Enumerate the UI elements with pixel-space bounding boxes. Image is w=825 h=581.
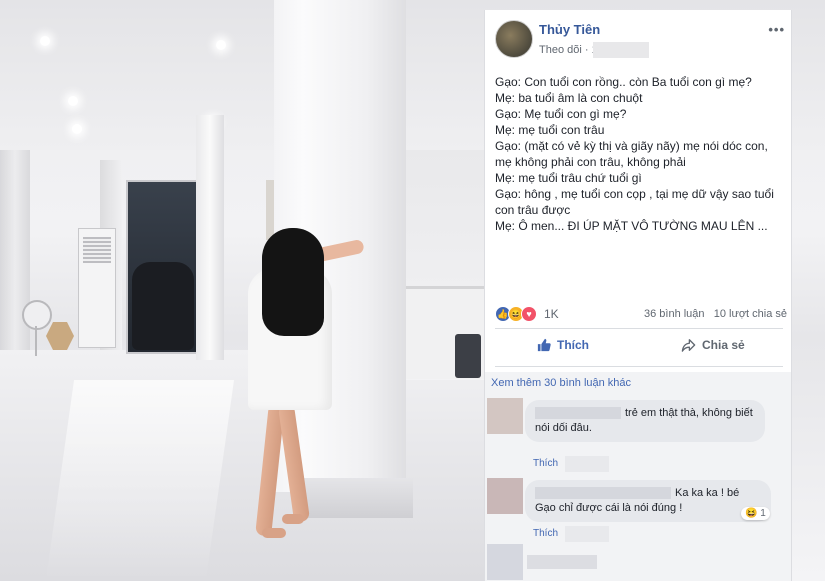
blurred-comment-time xyxy=(565,456,609,472)
comment-reaction[interactable]: 😆 1 xyxy=(741,507,770,520)
author-avatar[interactable] xyxy=(495,20,533,58)
post-line: mẹ không phải con trâu, không phải xyxy=(495,155,686,169)
ceiling-light xyxy=(216,40,226,50)
comment-like-link[interactable]: Thích xyxy=(533,458,558,469)
fan-pole xyxy=(35,326,37,356)
post-line: con trâu được xyxy=(495,203,571,217)
ac-grille xyxy=(83,237,111,263)
share-button[interactable]: Chia sẻ xyxy=(681,338,745,352)
trash-bin xyxy=(455,334,481,378)
reaction-summary[interactable]: 👍 😆 ♥ 1K xyxy=(495,306,559,322)
post-line: Mẹ: ba tuổi âm là con chuột xyxy=(495,91,643,105)
fan xyxy=(22,300,52,330)
blurred-timestamp xyxy=(593,42,649,58)
comment-reaction-count: 1 xyxy=(760,508,766,519)
post-line: Gạo: (mặt có vẻ kỳ thị và giãy nãy) mẹ n… xyxy=(495,139,768,153)
comment-text: Gạo chỉ được cái là nói đúng ! xyxy=(535,502,683,514)
floor-reflection xyxy=(45,380,235,580)
love-icon: ♥ xyxy=(521,306,537,322)
like-icon xyxy=(537,338,551,352)
engagement-counts: 36 bình luận 10 lượt chia sẻ xyxy=(644,308,787,320)
view-more-comments-link[interactable]: Xem thêm 30 bình luận khác xyxy=(491,377,631,389)
background-pillar xyxy=(196,115,224,360)
pillar-base xyxy=(296,478,413,518)
commenter-avatar[interactable] xyxy=(487,478,523,514)
girl-foot xyxy=(282,514,304,524)
comment-count[interactable]: 36 bình luận xyxy=(644,308,705,320)
share-label: Chia sẻ xyxy=(702,338,745,352)
post-line: Mẹ: mẹ tuổi con trâu xyxy=(495,123,605,137)
author-name[interactable]: Thủy Tiên xyxy=(539,22,600,37)
commenter-avatar[interactable] xyxy=(487,398,523,434)
facebook-post-card: Thủy Tiên Theo dõi · 1 ••• Gạo: Con tuổi… xyxy=(484,10,792,581)
post-line: Gạo: Con tuổi con rồng.. còn Ba tuổi con… xyxy=(495,75,752,89)
reaction-count: 1K xyxy=(544,307,559,321)
like-label: Thích xyxy=(557,338,589,352)
comment-text: Ka ka ka ! bé xyxy=(675,487,740,499)
girl-foot xyxy=(262,528,286,538)
haha-icon: 😆 xyxy=(745,508,758,519)
comment-text: trẻ em thật thà, không biết xyxy=(625,407,753,419)
comment-bubble: Ka ka ka ! bé Gạo chỉ được cái là nói đú… xyxy=(525,480,771,522)
blurred-commenter-name[interactable] xyxy=(535,407,621,420)
commenter-avatar[interactable] xyxy=(487,544,523,580)
divider xyxy=(495,328,783,329)
share-count[interactable]: 10 lượt chia sẻ xyxy=(714,308,787,320)
hexagon-shelf xyxy=(46,322,74,350)
post-line: Mẹ: Ô men... ĐI ÚP MẶT VÔ TƯỜNG MAU LÊN … xyxy=(495,219,768,233)
post-meta[interactable]: Theo dõi · 1 xyxy=(539,44,598,56)
comments-section: Xem thêm 30 bình luận khác trẻ em thật t… xyxy=(485,372,791,581)
share-icon xyxy=(681,339,696,352)
comment-text: nói dối đâu. xyxy=(535,422,592,434)
ceiling-light xyxy=(68,96,78,106)
comment-like-link[interactable]: Thích xyxy=(533,528,558,539)
divider xyxy=(495,366,783,367)
ceiling-light xyxy=(40,36,50,46)
blurred-commenter-name[interactable] xyxy=(535,487,671,500)
post-line: Gạo: hông , mẹ tuổi con cọp , tại mẹ dữ … xyxy=(495,187,774,201)
comment-bubble: trẻ em thật thà, không biết nói dối đâu. xyxy=(525,400,765,442)
blurred-commenter-name xyxy=(527,555,597,569)
post-line: Mẹ: mẹ tuổi trâu chứ tuổi gì xyxy=(495,171,642,185)
blurred-comment-time xyxy=(565,526,609,542)
more-icon[interactable]: ••• xyxy=(768,22,785,37)
post-line: Gạo: Mẹ tuổi con gì mẹ? xyxy=(495,107,627,121)
girl-hair xyxy=(262,228,324,336)
post-text: Gạo: Con tuổi con rồng.. còn Ba tuổi con… xyxy=(495,74,787,234)
air-conditioner xyxy=(78,228,116,348)
ceiling-light xyxy=(72,124,82,134)
like-button[interactable]: Thích xyxy=(537,338,589,352)
massage-chair xyxy=(132,262,194,350)
